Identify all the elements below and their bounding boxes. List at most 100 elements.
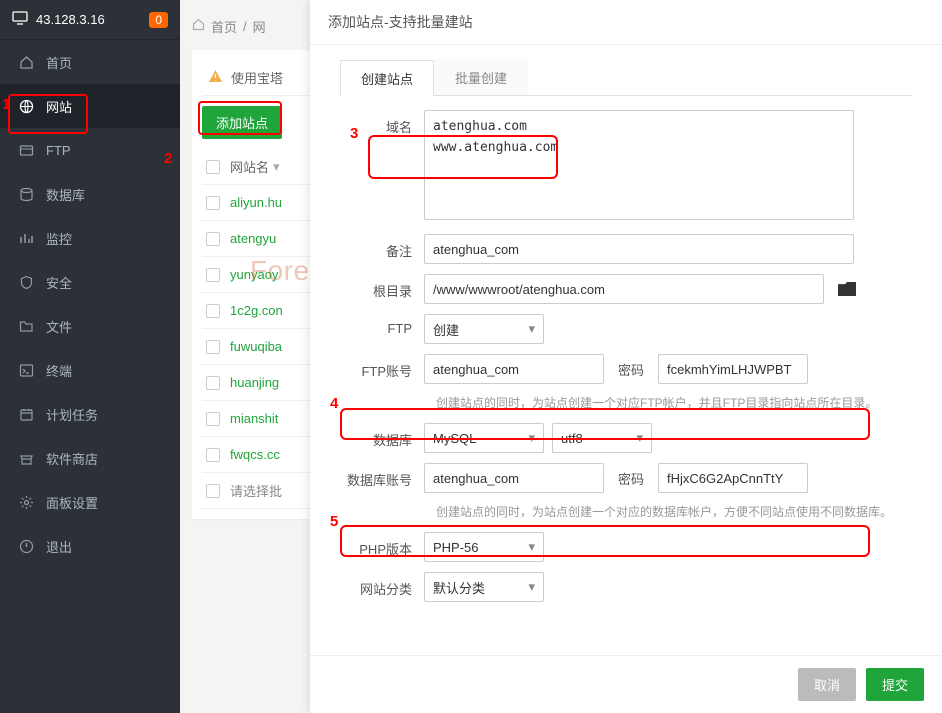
warning-icon (208, 69, 223, 87)
logout-icon (18, 538, 34, 554)
ftp-icon (18, 142, 34, 158)
label-db-account: 数据库账号 (340, 463, 424, 489)
label-domain: 域名 (340, 110, 424, 136)
db-type-select[interactable]: MySQL (424, 423, 544, 453)
label-db-password: 密码 (612, 469, 650, 488)
sidebar-item-label: 首页 (46, 53, 72, 72)
sidebar-item-label: 文件 (46, 317, 72, 336)
modal-title: 添加站点-支持批量建站 (310, 0, 942, 45)
db-account-input[interactable] (424, 463, 604, 493)
sidebar-item-store[interactable]: 软件商店 (0, 436, 180, 480)
category-select[interactable]: 默认分类 (424, 572, 544, 602)
globe-icon (18, 98, 34, 114)
checkbox[interactable] (206, 448, 220, 462)
label-ftp: FTP (340, 314, 424, 336)
warning-text: 使用宝塔 (231, 68, 283, 87)
sidebar-item-label: 面板设置 (46, 493, 98, 512)
remark-input[interactable] (424, 234, 854, 264)
checkbox[interactable] (206, 376, 220, 390)
db-charset-select[interactable]: utf8 (552, 423, 652, 453)
checkbox[interactable] (206, 340, 220, 354)
folder-icon (18, 318, 34, 334)
label-remark: 备注 (340, 234, 424, 260)
ftp-password-input[interactable] (658, 354, 808, 384)
ftp-select[interactable]: 创建 (424, 314, 544, 344)
gear-icon (18, 494, 34, 510)
sidebar-item-cron[interactable]: 计划任务 (0, 392, 180, 436)
sidebar-item-label: 计划任务 (46, 405, 98, 424)
label-db: 数据库 (340, 423, 424, 449)
sidebar-item-label: 安全 (46, 273, 72, 292)
sidebar-item-security[interactable]: 安全 (0, 260, 180, 304)
site-name[interactable]: mianshit (230, 411, 278, 426)
sidebar-item-label: 网站 (46, 97, 72, 116)
ftp-help-text: 创建站点的同时，为站点创建一个对应FTP帐户，并且FTP目录指向站点所在目录。 (436, 394, 912, 411)
label-ftp-password: 密码 (612, 360, 650, 379)
db-password-input[interactable] (658, 463, 808, 493)
label-ftp-account: FTP账号 (340, 354, 424, 380)
root-input[interactable] (424, 274, 824, 304)
label-root: 根目录 (340, 274, 424, 300)
store-icon (18, 450, 34, 466)
sidebar-item-logout[interactable]: 退出 (0, 524, 180, 568)
tab-create-site[interactable]: 创建站点 (340, 60, 434, 96)
ftp-account-input[interactable] (424, 354, 604, 384)
sidebar-item-home[interactable]: 首页 (0, 40, 180, 84)
sidebar-item-monitor[interactable]: 监控 (0, 216, 180, 260)
label-category: 网站分类 (340, 572, 424, 598)
sidebar-item-website[interactable]: 网站 (0, 84, 180, 128)
sidebar: 43.128.3.16 0 首页 网站 FTP 数据库 监控 安全 文件 终端 … (0, 0, 180, 713)
cancel-button[interactable]: 取消 (798, 668, 856, 701)
sidebar-item-label: FTP (46, 143, 71, 158)
home-icon (18, 54, 34, 70)
sidebar-item-settings[interactable]: 面板设置 (0, 480, 180, 524)
checkbox[interactable] (206, 268, 220, 282)
site-name[interactable]: yunyaoy (230, 267, 278, 282)
sidebar-item-ftp[interactable]: FTP (0, 128, 180, 172)
sidebar-item-label: 终端 (46, 361, 72, 380)
checkbox[interactable] (206, 196, 220, 210)
checkbox[interactable] (206, 232, 220, 246)
php-version-select[interactable]: PHP-56 (424, 532, 544, 562)
breadcrumb-home[interactable]: 首页 (211, 17, 237, 36)
site-name[interactable]: fwqcs.cc (230, 447, 280, 462)
sidebar-item-files[interactable]: 文件 (0, 304, 180, 348)
terminal-icon (18, 362, 34, 378)
breadcrumb-sep: / (243, 19, 247, 34)
annotation-5: 5 (330, 513, 338, 530)
site-name[interactable]: fuwuqiba (230, 339, 282, 354)
col-sitename[interactable]: 网站名 (230, 157, 269, 176)
site-name[interactable]: 1c2g.con (230, 303, 283, 318)
checkbox[interactable] (206, 304, 220, 318)
home-icon (192, 18, 205, 34)
site-name[interactable]: aliyun.hu (230, 195, 282, 210)
batch-select-label: 请选择批 (230, 481, 282, 500)
sidebar-item-terminal[interactable]: 终端 (0, 348, 180, 392)
site-name[interactable]: huanjing (230, 375, 279, 390)
db-help-text: 创建站点的同时，为站点创建一个对应的数据库帐户，方便不同站点使用不同数据库。 (436, 503, 912, 520)
sidebar-item-label: 退出 (46, 537, 72, 556)
modal-footer: 取消 提交 (310, 655, 942, 713)
chart-icon (18, 230, 34, 246)
submit-button[interactable]: 提交 (866, 668, 924, 701)
checkbox[interactable] (206, 412, 220, 426)
sidebar-item-label: 软件商店 (46, 449, 98, 468)
monitor-icon (12, 11, 28, 28)
server-ip: 43.128.3.16 (36, 12, 141, 27)
add-site-modal: 添加站点-支持批量建站 创建站点 批量创建 域名 备注 根目录 FTP 创建 F… (310, 0, 942, 713)
tab-batch-create[interactable]: 批量创建 (434, 59, 528, 95)
site-name[interactable]: atengyu (230, 231, 276, 246)
notification-badge[interactable]: 0 (149, 12, 168, 28)
checkbox[interactable] (206, 484, 220, 498)
calendar-icon (18, 406, 34, 422)
folder-open-icon[interactable] (838, 282, 856, 296)
sidebar-item-label: 数据库 (46, 185, 85, 204)
checkbox-all[interactable] (206, 160, 220, 174)
breadcrumb-site: 网 (253, 17, 266, 36)
sidebar-item-database[interactable]: 数据库 (0, 172, 180, 216)
annotation-4: 4 (330, 395, 338, 412)
modal-tabs: 创建站点 批量创建 (340, 59, 912, 96)
domain-textarea[interactable] (424, 110, 854, 220)
shield-icon (18, 274, 34, 290)
add-site-button[interactable]: 添加站点 (202, 106, 282, 139)
